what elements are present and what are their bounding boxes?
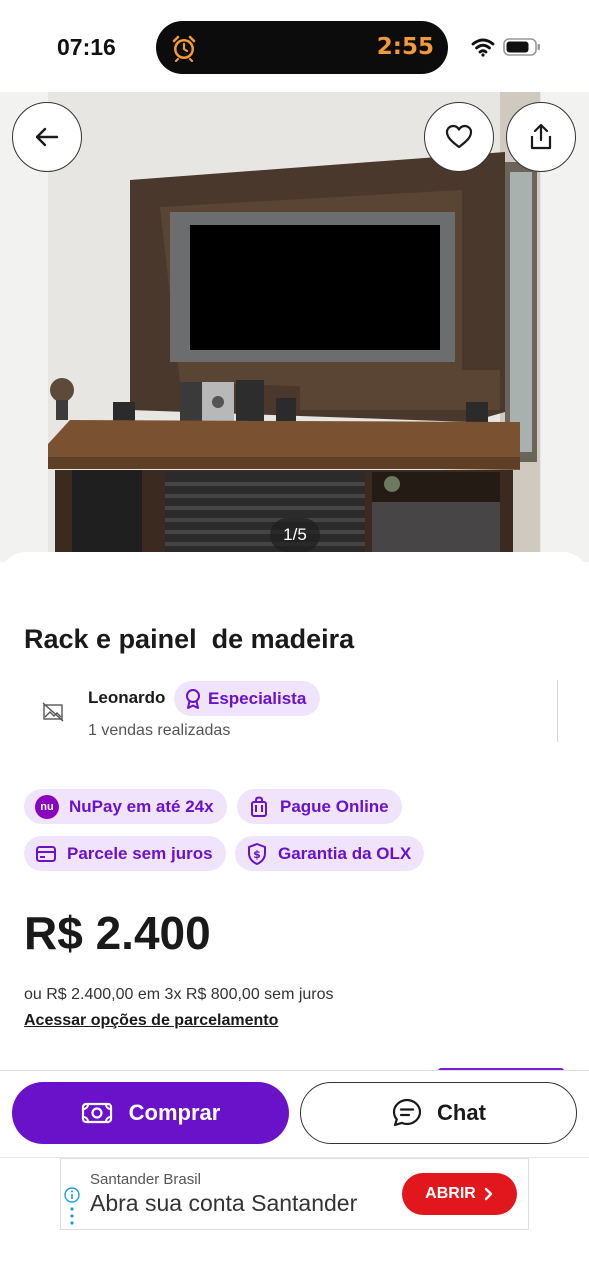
ad-open-button-label: ABRIR [425,1185,476,1202]
share-button[interactable] [506,102,576,172]
chip-garantia[interactable]: $ Garantia da OLX [235,836,425,871]
chip-nupay-label: NuPay em até 24x [69,796,214,816]
chip-pague-online-label: Pague Online [280,796,389,816]
island-timer: 2:55 [376,34,434,60]
shopping-bag-icon [251,795,267,817]
seller-name[interactable]: Leonardo [88,688,165,708]
status-time: 07:16 [57,34,116,60]
price: R$ 2.400 [24,907,211,959]
dynamic-island: 2:55 [156,21,448,74]
seller-badge[interactable]: Especialista [174,681,321,716]
back-button[interactable] [12,102,82,172]
chip-parcele[interactable]: Parcele sem juros [24,836,226,871]
ad-options-icon[interactable] [70,1206,74,1226]
chat-button[interactable]: Chat [300,1082,577,1144]
ad-headline: Abra sua conta Santander [90,1190,358,1216]
ad-advertiser: Santander Brasil [90,1171,201,1188]
credit-card-icon [36,845,56,862]
chip-nupay[interactable]: nu NuPay em até 24x [24,789,227,824]
seller-badge-label: Especialista [208,688,307,708]
heart-icon [445,124,473,149]
photo-illustration [0,92,589,562]
buy-button[interactable]: Comprar [12,1082,289,1144]
chat-button-label: Chat [437,1100,486,1125]
chat-bubble-icon [392,1098,422,1127]
money-icon [81,1102,112,1124]
product-photo[interactable] [0,92,589,562]
battery-icon [503,38,540,56]
chip-parcele-label: Parcele sem juros [67,843,213,863]
ad-info-icon[interactable] [64,1187,80,1203]
svg-text:$: $ [253,848,261,861]
alarm-clock-icon [172,35,196,62]
favorite-button[interactable] [424,102,494,172]
divider [557,680,558,742]
installments-info: ou R$ 2.400,00 em 3x R$ 800,00 sem juros [24,986,334,1003]
shield-dollar-icon: $ [248,842,266,865]
share-icon [530,123,552,150]
status-bar: 07:16 2:55 [0,0,589,92]
chevron-right-icon [484,1187,493,1201]
image-placeholder-icon [42,702,64,722]
seller-sales: 1 vendas realizadas [88,722,231,739]
installments-options-link[interactable]: Acessar opções de parcelamento [24,1012,278,1030]
wifi-icon [471,38,495,57]
chip-pague-online[interactable]: Pague Online [237,789,402,824]
award-icon [186,688,200,709]
listing-title: Rack e painel de madeira [24,624,355,654]
ad-open-button[interactable]: ABRIR [402,1173,517,1215]
image-counter: 1/5 [270,518,320,552]
chip-garantia-label: Garantia da OLX [278,843,412,863]
buy-button-label: Comprar [128,1100,221,1125]
back-arrow-icon [35,127,59,147]
nubank-logo-icon: nu [35,794,59,819]
